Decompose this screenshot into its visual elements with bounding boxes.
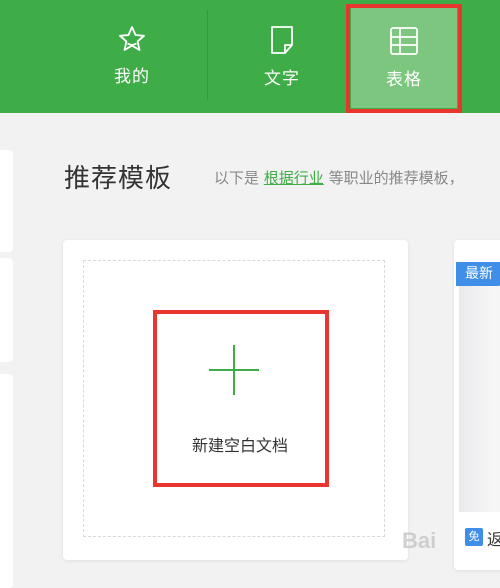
sidebar-panel-bottom xyxy=(0,374,13,588)
section-desc-suffix: 等职业的推荐模板， xyxy=(323,169,464,187)
nav-label-text: 文字 xyxy=(264,69,300,89)
nav-divider xyxy=(207,10,208,100)
new-badge: 最新 xyxy=(456,262,500,286)
nav-item-mine[interactable]: 我的 xyxy=(90,0,174,113)
template-title[interactable]: 返 xyxy=(487,526,500,550)
watermark-logo: Bai xyxy=(402,528,437,553)
section-description: 以下是 根据行业 等职业的推荐模板， xyxy=(214,167,464,188)
nav-label-mine: 我的 xyxy=(114,67,150,87)
nav-item-text[interactable]: 文字 xyxy=(240,0,324,113)
industry-link[interactable]: 根据行业 xyxy=(264,169,324,187)
sidebar-panel-middle xyxy=(0,258,13,362)
sidebar-panel-top xyxy=(0,150,13,252)
section-desc-prefix: 以下是 xyxy=(214,169,264,187)
document-icon xyxy=(271,26,293,54)
template-thumbnail[interactable] xyxy=(459,262,500,512)
highlight-box-nav xyxy=(346,4,462,113)
section-title: 推荐模板 xyxy=(64,164,173,194)
free-badge: 免 xyxy=(465,528,483,546)
star-icon xyxy=(119,26,145,51)
highlight-box-card xyxy=(153,310,329,487)
